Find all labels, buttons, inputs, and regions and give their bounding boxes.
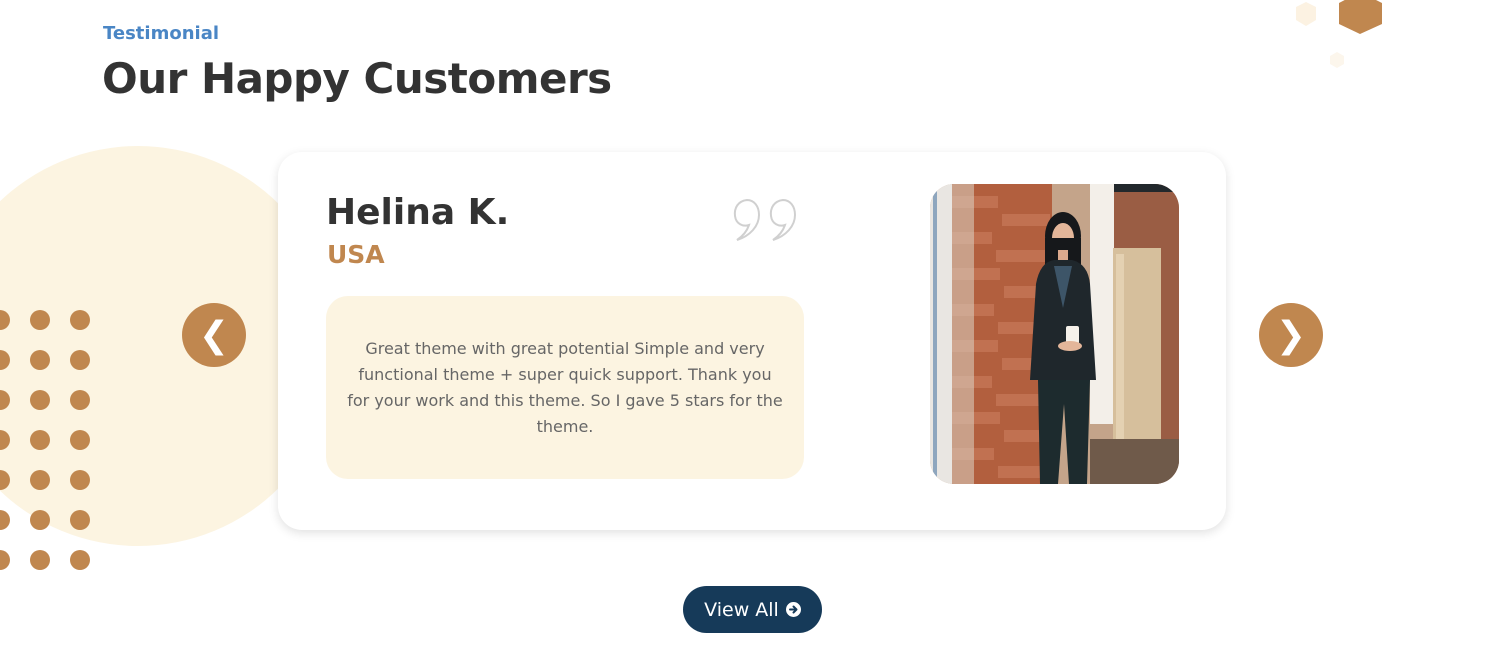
- customer-photo-image: [930, 184, 1179, 484]
- decorative-dot: [70, 390, 90, 410]
- customer-country: USA: [327, 240, 385, 269]
- testimonial-quote: Great theme with great potential Simple …: [347, 338, 783, 436]
- decorative-dot: [70, 350, 90, 370]
- decorative-dot: [0, 350, 10, 370]
- decorative-dot: [70, 550, 90, 570]
- decorative-dot: [70, 430, 90, 450]
- decorative-dot: [30, 350, 50, 370]
- decorative-dot: [30, 510, 50, 530]
- decorative-dot: [0, 510, 10, 530]
- carousel-prev-button[interactable]: ❮: [182, 303, 246, 367]
- decorative-dot-grid: [0, 310, 100, 580]
- decorative-dot: [70, 310, 90, 330]
- decorative-dot: [30, 550, 50, 570]
- testimonial-card: Helina K. USA Great theme with great pot…: [278, 152, 1226, 530]
- arrow-circle-right-icon: [785, 602, 801, 617]
- decorative-dot: [30, 310, 50, 330]
- decorative-dot: [70, 510, 90, 530]
- decorative-dot: [0, 390, 10, 410]
- section-title: Our Happy Customers: [102, 54, 612, 103]
- quote-box: Great theme with great potential Simple …: [326, 296, 804, 479]
- quote-mark-icon: [733, 198, 797, 241]
- customer-photo: [930, 184, 1179, 484]
- decorative-dot: [0, 310, 10, 330]
- customer-name: Helina K.: [326, 192, 510, 233]
- decorative-hexagons: [1296, 0, 1382, 68]
- view-all-label: View All: [704, 598, 779, 621]
- section-eyebrow: Testimonial: [103, 23, 220, 44]
- view-all-button[interactable]: View All: [683, 586, 822, 633]
- decorative-dot: [30, 390, 50, 410]
- decorative-dot: [0, 550, 10, 570]
- carousel-next-button[interactable]: ❯: [1259, 303, 1323, 367]
- testimonial-section: Testimonial Our Happy Customers ❮ ❯ Heli…: [0, 0, 1494, 648]
- decorative-dot: [70, 470, 90, 490]
- decorative-dot: [0, 470, 10, 490]
- decorative-dot: [30, 430, 50, 450]
- decorative-dot: [30, 470, 50, 490]
- decorative-dot: [0, 430, 10, 450]
